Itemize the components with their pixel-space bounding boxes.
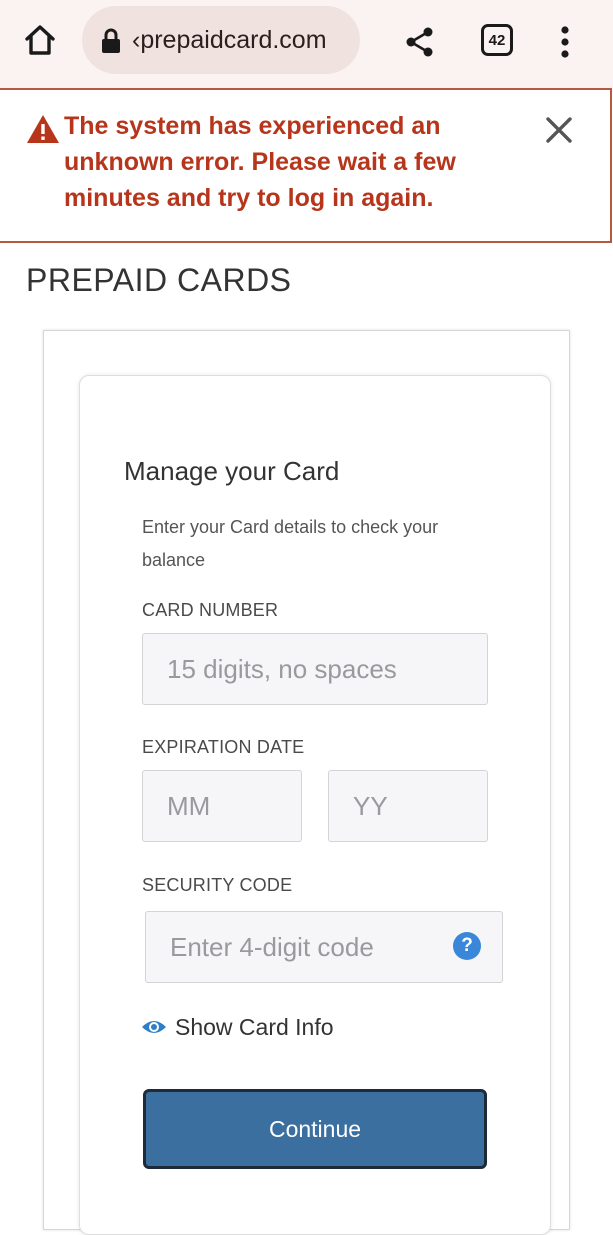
- browser-toolbar: ‹prepaidcard.com 42: [0, 0, 613, 88]
- error-banner: The system has experienced an unknown er…: [0, 88, 612, 243]
- security-code-label: SECURITY CODE: [142, 875, 293, 895]
- home-button[interactable]: [20, 20, 60, 60]
- share-icon: [406, 27, 433, 57]
- lock-icon: [102, 28, 120, 53]
- card-number-input[interactable]: [142, 633, 488, 705]
- security-code-input[interactable]: [145, 911, 503, 983]
- home-icon: [25, 25, 55, 55]
- continue-button[interactable]: Continue: [143, 1089, 487, 1169]
- close-banner-button[interactable]: [541, 112, 577, 148]
- close-icon: [546, 117, 572, 143]
- share-button[interactable]: [398, 20, 442, 64]
- more-vert-icon: [561, 26, 569, 58]
- expiration-month-input[interactable]: [142, 770, 302, 842]
- form-title: Manage your Card: [124, 456, 340, 486]
- warning-icon: [27, 115, 59, 143]
- overflow-menu-button[interactable]: [548, 20, 582, 64]
- show-card-info-label: Show Card Info: [175, 1013, 334, 1040]
- page-title: PREPAID CARDS: [26, 262, 292, 298]
- expiration-date-label: EXPIRATION DATE: [142, 737, 305, 757]
- show-card-info-toggle[interactable]: Show Card Info: [141, 1010, 334, 1044]
- expiration-year-input[interactable]: [328, 770, 488, 842]
- card-number-label: CARD NUMBER: [142, 600, 279, 620]
- address-bar[interactable]: ‹prepaidcard.com: [82, 6, 360, 74]
- eye-icon: [142, 1021, 166, 1033]
- error-message: The system has experienced an unknown er…: [64, 112, 456, 212]
- url-text: ‹prepaidcard.com: [132, 26, 327, 54]
- form-subtitle: Enter your Card details to check your ba…: [142, 517, 439, 570]
- help-circle-icon[interactable]: ?: [453, 932, 481, 960]
- tab-switcher-button[interactable]: 42: [481, 24, 513, 56]
